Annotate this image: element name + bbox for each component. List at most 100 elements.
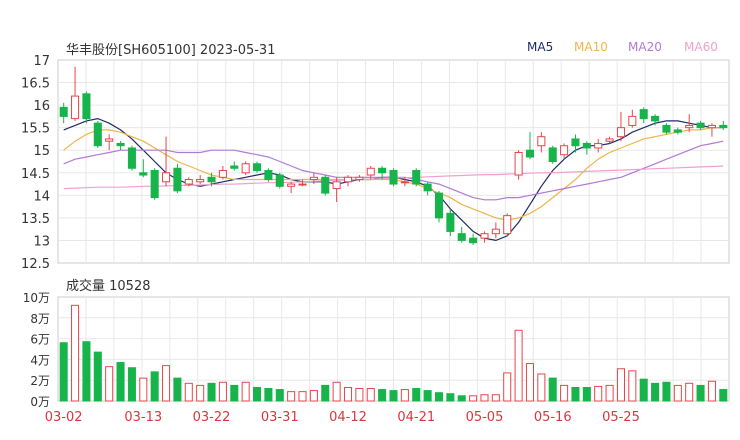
- candle-body: [287, 183, 296, 187]
- price-y-tick-label: 17: [33, 54, 50, 69]
- price-y-tick-label: 14.5: [21, 167, 50, 182]
- volume-y-tick-label: 4万: [30, 353, 50, 367]
- candle-body: [298, 183, 307, 186]
- volume-bar: [298, 391, 307, 402]
- x-date-label: 05-05: [466, 410, 504, 425]
- candle-body: [275, 174, 284, 187]
- volume-bar: [116, 362, 125, 402]
- candle-body: [389, 170, 398, 185]
- candle-body: [560, 145, 569, 156]
- candle-body: [594, 142, 603, 149]
- x-date-label: 05-16: [534, 410, 572, 425]
- volume-bar: [628, 370, 637, 402]
- candle-body: [105, 138, 114, 142]
- volume-bar: [616, 368, 625, 402]
- x-date-label: 04-21: [397, 410, 435, 425]
- volume-bar: [639, 378, 648, 402]
- candle-body: [651, 115, 660, 122]
- volume-bar: [696, 384, 705, 402]
- candle-body: [93, 122, 102, 147]
- candle-body: [59, 106, 68, 117]
- volume-bar: [673, 384, 682, 402]
- candle-body: [71, 95, 80, 120]
- volume-bar: [514, 329, 523, 402]
- volume-bar: [560, 384, 569, 402]
- candle-body: [469, 237, 478, 244]
- candle-body: [139, 172, 148, 176]
- volume-bar: [321, 384, 330, 402]
- candle-body: [162, 172, 171, 183]
- candle-body: [491, 228, 500, 235]
- volume-bar: [457, 395, 466, 402]
- volume-bar: [309, 390, 318, 402]
- volume-bar: [469, 395, 478, 402]
- volume-y-tick-label: 6万: [30, 333, 50, 347]
- candle-body: [218, 170, 227, 178]
- candle-body: [639, 109, 648, 120]
- candle-body: [696, 122, 705, 129]
- volume-bar: [287, 391, 296, 402]
- candle-body: [127, 147, 136, 169]
- volume-bar: [184, 382, 193, 402]
- volume-bar: [525, 363, 535, 402]
- candle-body: [184, 179, 193, 185]
- volume-bar: [71, 304, 80, 402]
- price-y-tick-label: 15.5: [21, 122, 50, 137]
- price-y-tick-label: 16.5: [21, 77, 50, 92]
- x-date-label: 03-02: [45, 410, 83, 425]
- x-date-label: 03-31: [261, 410, 299, 425]
- candle-body: [673, 129, 682, 133]
- volume-bar: [412, 388, 421, 402]
- volume-bar: [605, 384, 614, 402]
- candle-body: [196, 179, 205, 183]
- volume-bar: [378, 389, 387, 402]
- candle-body: [480, 233, 489, 239]
- volume-bar: [582, 386, 591, 402]
- volume-bar: [82, 341, 91, 402]
- volume-bar: [434, 392, 444, 402]
- candle-body: [173, 167, 182, 192]
- candle-body: [264, 170, 273, 181]
- candle-body: [321, 176, 330, 194]
- volume-bar: [343, 386, 353, 402]
- candle-body: [571, 138, 580, 147]
- volume-y-tick-label: 10万: [23, 291, 50, 305]
- candle-body: [719, 124, 728, 129]
- volume-bar: [105, 366, 114, 402]
- volume-bar: [719, 389, 728, 402]
- candle-body: [400, 181, 409, 184]
- candle-body: [616, 127, 625, 138]
- candle-body: [332, 181, 341, 190]
- volume-bar: [594, 385, 603, 402]
- price-y-tick-label: 16: [33, 99, 50, 114]
- volume-bar: [685, 382, 694, 402]
- volume-bar: [127, 367, 136, 402]
- candle-body: [548, 147, 557, 162]
- volume-bar: [651, 382, 660, 402]
- candle-body: [252, 163, 262, 172]
- candle-body: [525, 149, 535, 158]
- candle-body: [707, 124, 716, 129]
- candle-body: [582, 142, 591, 149]
- volume-bar: [389, 390, 398, 402]
- candle-body: [309, 176, 318, 181]
- volume-bar: [446, 393, 455, 402]
- price-y-tick-label: 12.5: [21, 257, 50, 272]
- volume-bar: [173, 377, 182, 402]
- candle-body: [514, 151, 523, 176]
- volume-y-tick-label: 8万: [30, 312, 50, 326]
- volume-bar: [196, 384, 205, 402]
- volume-y-tick-label: 2万: [30, 374, 50, 388]
- candle-body: [662, 124, 671, 133]
- price-y-tick-label: 13: [33, 234, 50, 249]
- x-date-label: 03-22: [193, 410, 231, 425]
- volume-bar: [548, 377, 557, 402]
- volume-bar: [218, 381, 227, 402]
- volume-bar: [491, 394, 500, 402]
- candle-body: [685, 124, 694, 129]
- x-date-label: 04-12: [329, 410, 367, 425]
- volume-y-tick-label: 0万: [30, 395, 50, 409]
- volume-bar: [59, 342, 68, 402]
- price-y-tick-label: 15: [33, 144, 50, 159]
- volume-bar: [366, 388, 375, 402]
